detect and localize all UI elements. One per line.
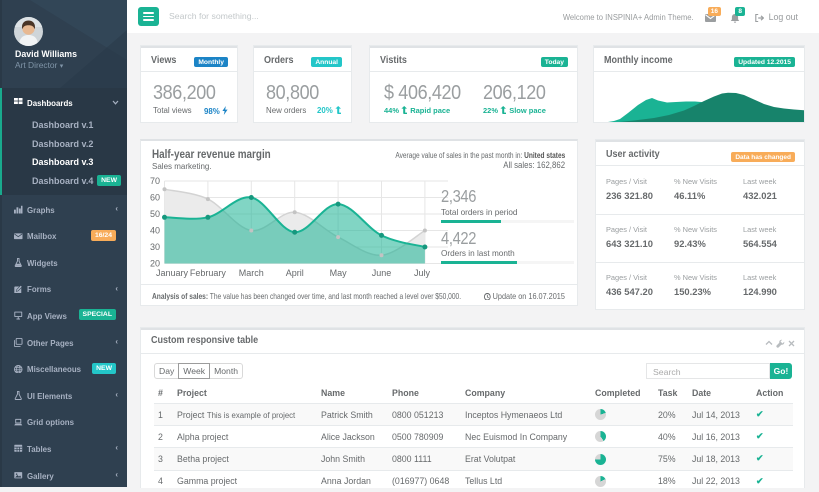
svg-text:April: April xyxy=(286,268,304,278)
svg-text:30: 30 xyxy=(150,242,160,252)
svg-text:40: 40 xyxy=(150,226,160,236)
svg-text:50: 50 xyxy=(150,209,160,219)
svg-text:March: March xyxy=(239,268,264,278)
svg-text:February: February xyxy=(190,268,227,278)
svg-text:60: 60 xyxy=(150,193,160,203)
svg-text:July: July xyxy=(414,268,431,278)
svg-text:70: 70 xyxy=(150,176,160,186)
svg-text:January: January xyxy=(156,268,189,278)
svg-text:June: June xyxy=(372,268,392,278)
svg-text:20: 20 xyxy=(150,259,160,269)
svg-text:May: May xyxy=(330,268,348,278)
